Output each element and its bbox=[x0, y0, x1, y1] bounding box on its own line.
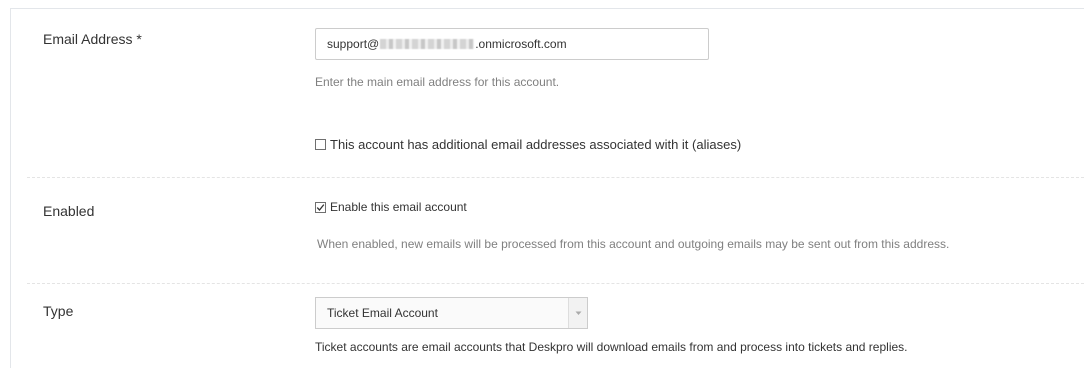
aliases-option[interactable]: This account has additional email addres… bbox=[315, 137, 741, 152]
enable-account-option[interactable]: Enable this email account bbox=[315, 200, 467, 214]
chevron-down-icon[interactable] bbox=[568, 298, 587, 328]
email-address-input[interactable]: support@ .onmicrosoft.com bbox=[315, 28, 709, 60]
aliases-checkbox[interactable] bbox=[315, 139, 326, 150]
checkmark-icon bbox=[316, 203, 325, 211]
email-account-form: Email Address * support@ .onmicrosoft.co… bbox=[10, 8, 1084, 368]
enable-account-label[interactable]: Enable this email account bbox=[330, 200, 467, 214]
account-type-value: Ticket Email Account bbox=[327, 306, 438, 320]
enabled-help: When enabled, new emails will be process… bbox=[317, 237, 950, 251]
email-value-suffix: .onmicrosoft.com bbox=[475, 37, 567, 51]
type-label: Type bbox=[43, 303, 74, 319]
email-address-help: Enter the main email address for this ac… bbox=[315, 75, 560, 89]
enabled-row: Enabled Enable this email account When e… bbox=[27, 177, 1084, 284]
account-type-select[interactable]: Ticket Email Account bbox=[315, 297, 588, 329]
email-address-label: Email Address * bbox=[43, 31, 142, 47]
redacted-blur bbox=[380, 39, 475, 49]
enabled-label: Enabled bbox=[43, 203, 95, 219]
type-help: Ticket accounts are email accounts that … bbox=[315, 340, 908, 354]
type-row: Type Ticket Email Account Ticket account… bbox=[27, 283, 1084, 373]
email-address-row: Email Address * support@ .onmicrosoft.co… bbox=[27, 9, 1084, 178]
aliases-checkbox-label[interactable]: This account has additional email addres… bbox=[330, 137, 741, 152]
enable-account-checkbox[interactable] bbox=[315, 201, 326, 213]
email-value-prefix: support@ bbox=[327, 37, 380, 51]
